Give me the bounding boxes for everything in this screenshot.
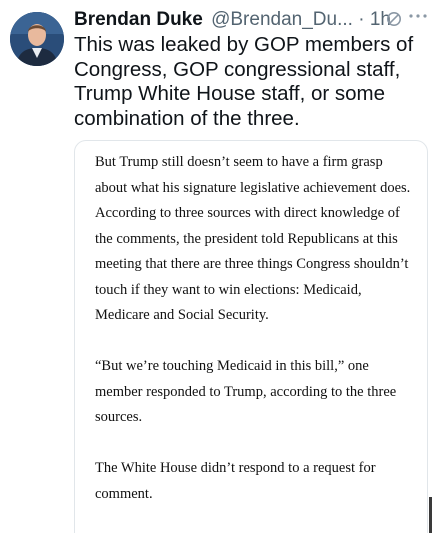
avatar[interactable] — [10, 12, 64, 66]
more-dots-icon[interactable] — [408, 8, 428, 24]
quote-paragraph: “But we’re touching Medicaid in this bil… — [95, 358, 397, 425]
quote-paragraph: The White House didn’t respond to a requ… — [95, 460, 376, 502]
avatar-image — [10, 12, 64, 66]
author-name[interactable]: Brendan Duke — [74, 9, 203, 30]
separator-dot: · — [358, 9, 365, 30]
quote-paragraph: But Trump still doesn’t seem to have a f… — [95, 154, 411, 323]
quoted-article-card[interactable]: But Trump still doesn’t seem to have a f… — [74, 140, 428, 533]
tweet-header: Brendan Duke @Brendan_Du... · 1h — [74, 7, 432, 33]
tweet-text: This was leaked by GOP members of Congre… — [74, 33, 414, 130]
quoted-article-text: But Trump still doesn’t seem to have a f… — [95, 150, 415, 533]
author-handle[interactable]: @Brendan_Du... — [211, 9, 353, 30]
no-sign-icon — [385, 10, 403, 28]
